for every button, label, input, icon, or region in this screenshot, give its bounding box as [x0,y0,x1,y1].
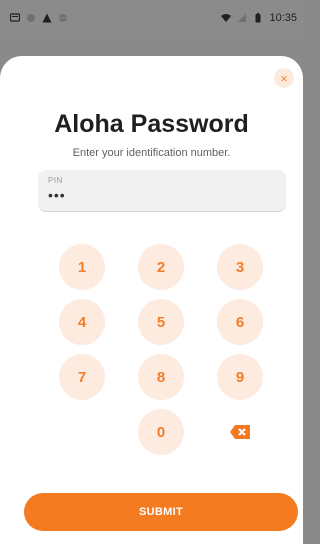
key-2[interactable]: 2 [138,244,184,290]
key-7[interactable]: 7 [59,354,105,400]
pin-input[interactable]: PIN ••• [38,170,286,212]
signal-icon [238,14,247,22]
dialog-subtitle: Enter your identification number. [72,147,231,159]
key-6[interactable]: 6 [217,299,263,345]
key-9[interactable]: 9 [217,354,263,400]
key-1[interactable]: 1 [59,244,105,290]
backspace-button[interactable] [217,409,263,455]
key-3[interactable]: 3 [217,244,263,290]
submit-label: SUBMIT [139,506,183,518]
status-time: 10:35 [269,12,297,24]
submit-button[interactable]: SUBMIT [24,493,298,531]
circle-dot-icon [27,14,35,22]
battery-icon [255,13,261,23]
key-5[interactable]: 5 [138,299,184,345]
status-bar: 10:35 [0,0,303,36]
backspace-icon [230,425,250,439]
key-0[interactable]: 0 [138,409,184,455]
key-4[interactable]: 4 [59,299,105,345]
wifi-icon [221,14,232,22]
message-icon [10,13,20,22]
status-bar-left [10,13,68,23]
dialog-title: Aloha Password [54,110,249,138]
status-bar-right: 10:35 [221,12,297,24]
pin-value: ••• [48,187,66,203]
close-icon: × [280,70,288,86]
key-8[interactable]: 8 [138,354,184,400]
warning-icon [42,13,52,23]
pin-label: PIN [48,176,63,185]
close-button[interactable]: × [274,68,294,88]
globe-icon [59,14,67,22]
